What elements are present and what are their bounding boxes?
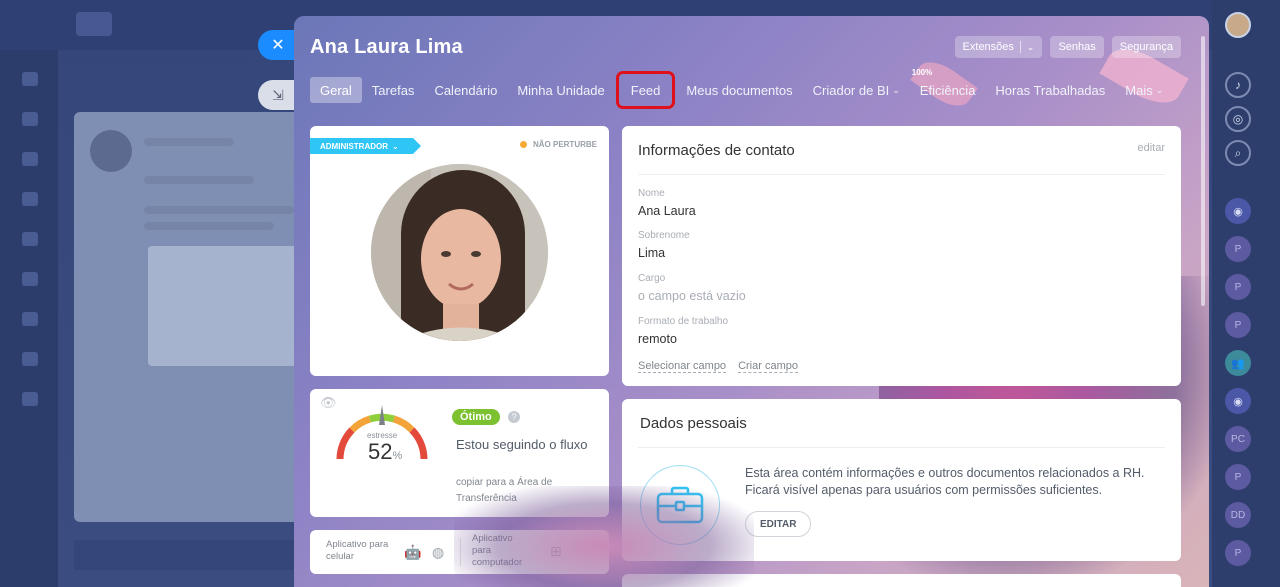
tab-calendario[interactable]: Calendário [424,77,507,103]
copy-to-clipboard-link[interactable]: copiar para a Área de Transferência [456,475,596,507]
chevron-down-icon: ⌄ [1155,84,1164,95]
field-value[interactable]: o campo está vazio [638,289,746,303]
personal-data-card: Dados pessoais Esta área contém informaç… [622,399,1181,561]
tab-mais[interactable]: Mais ⌄ [1115,77,1173,103]
tab-geral[interactable]: Geral [310,77,362,103]
apps-card: Aplicativo para celular 🤖 ◍ Aplicativo p… [310,530,609,574]
next-card [622,574,1181,587]
select-field-link[interactable]: Selecionar campo [638,360,727,373]
photo-card: ADMINISTRADOR ⌄ NÃO PERTURBE [310,126,609,376]
windows-icon[interactable]: ⊞ [550,543,562,560]
tab-minha-unidade[interactable]: Minha Unidade [507,77,614,103]
tab-criador-de-bi[interactable]: Criador de BI ⌄ [803,77,910,103]
chat-search-icon[interactable]: ⌕ [1225,140,1251,166]
background-left-nav [0,50,58,587]
contact-avatar[interactable]: P [1225,312,1251,338]
channel-icon[interactable]: ◉ [1225,388,1251,414]
background-avatar [90,130,132,172]
profile-tabs: Geral Tarefas Calendário Minha Unidade F… [310,68,1173,109]
chevron-down-icon: ⌄ [892,84,900,95]
field-value[interactable]: remoto [638,332,677,346]
role-tag[interactable]: ADMINISTRADOR ⌄ [310,138,421,154]
channel-icon[interactable]: ◉ [1225,198,1251,224]
tab-eficiencia[interactable]: 100% Eficiência [910,68,986,103]
minimize-icon: ⇲ [272,86,284,103]
field-label: Cargo [638,273,666,284]
bell-icon[interactable]: ♪ [1225,72,1251,98]
status-badge[interactable]: NÃO PERTURBE [519,140,597,149]
scrollbar[interactable] [1201,36,1205,306]
passwords-button[interactable]: Senhas [1050,36,1104,58]
field-actions: Selecionar campo Criar campo [638,360,798,373]
edit-contact-link[interactable]: editar [1137,142,1165,154]
app-store-icon[interactable]: ◍ [432,544,444,561]
extensions-button[interactable]: Extensões ⌄ [954,36,1043,58]
create-field-link[interactable]: Criar campo [738,360,798,373]
chevron-down-icon: ⌄ [392,141,399,151]
close-slider-button[interactable]: ✕ [258,30,294,60]
contact-avatar[interactable]: P [1225,236,1251,262]
field-value[interactable]: Lima [638,246,665,260]
close-icon: ✕ [271,37,285,54]
edit-personal-data-button[interactable]: EDITAR [745,511,812,537]
tab-meus-documentos[interactable]: Meus documentos [676,77,802,103]
security-button[interactable]: Segurança [1111,36,1181,58]
personal-data-title: Dados pessoais [640,415,747,432]
tab-feed[interactable]: Feed [615,71,676,109]
header-buttons: Extensões ⌄ Senhas Segurança [954,36,1181,58]
personal-data-description: Esta área contém informações e outros do… [745,466,1145,497]
group-icon[interactable]: 👥 [1225,350,1251,376]
status-dot-icon [519,141,527,148]
stress-status-text: Estou seguindo o fluxo [456,437,588,452]
mobile-app-label: Aplicativo para celular [326,539,389,562]
field-label: Formato de trabalho [638,316,729,327]
copilot-icon[interactable]: ◎ [1225,106,1251,132]
briefcase-icon-container [640,465,720,545]
profile-name: Ana Laura Lima [310,36,463,58]
background-inner-block [148,246,298,366]
user-avatar-icon[interactable] [1225,12,1251,38]
field-label: Sobrenome [638,230,690,241]
contact-info-card: Informações de contato editar Nome Ana L… [622,126,1181,386]
contact-avatar[interactable]: P [1225,464,1251,490]
contact-avatar[interactable]: P [1225,540,1251,566]
stress-level-badge: Ótimo [452,409,500,425]
contact-avatar[interactable]: PC [1225,426,1251,452]
tab-tarefas[interactable]: Tarefas [362,77,425,103]
profile-panel: Ana Laura Lima Extensões ⌄ Senhas Segura… [294,16,1209,587]
briefcase-icon [656,486,704,524]
field-value[interactable]: Ana Laura [638,204,696,218]
stress-value: 52% [368,439,403,464]
background-logo [76,12,112,36]
contact-avatar[interactable]: DD [1225,502,1251,528]
avatar[interactable] [371,164,548,341]
chevron-down-icon: ⌄ [1026,41,1035,52]
field-label: Nome [638,188,665,199]
help-icon[interactable]: ? [508,411,520,423]
android-icon[interactable]: 🤖 [404,544,421,561]
right-sidebar: ♪ ◎ ⌕ ◉ P P P 👥 ◉ PC P DD P [1212,0,1280,587]
contact-avatar[interactable]: P [1225,274,1251,300]
desktop-app-label: Aplicativo para computador [472,533,523,568]
contact-info-title: Informações de contato [638,142,795,159]
minimize-slider-button[interactable]: ⇲ [258,80,294,110]
tab-horas-trabalhadas[interactable]: Horas Trabalhadas [985,77,1115,103]
stress-card: 👁 estresse 52% Ótimo ? Estou seguindo o … [310,389,609,517]
efficiency-badge: 100% [911,68,933,77]
